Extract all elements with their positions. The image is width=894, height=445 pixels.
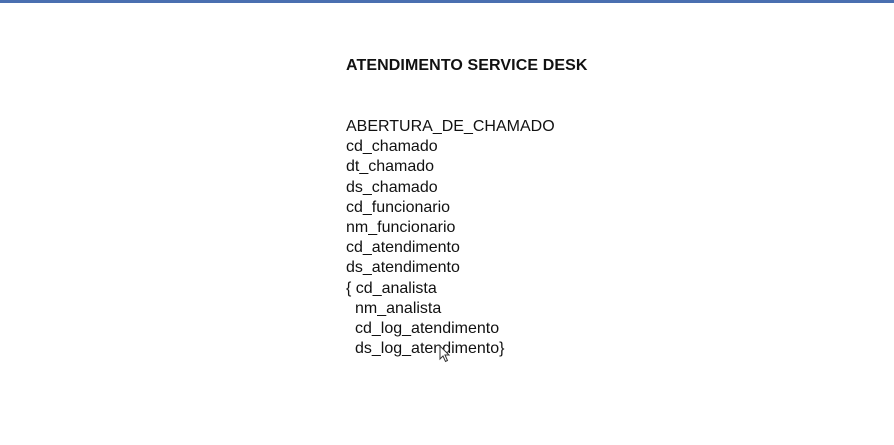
field-item: cd_chamado: [346, 138, 438, 156]
field-item: dt_chamado: [346, 158, 435, 176]
group-field-item: ds_log_atendimento}: [355, 340, 505, 358]
group-field-item: nm_analista: [355, 299, 442, 317]
field-list: ABERTURA_DE_CHAMADO cd_chamado dt_chamad…: [346, 117, 588, 359]
document-title: ATENDIMENTO SERVICE DESK: [346, 57, 588, 74]
field-item: cd_funcionario: [346, 198, 451, 216]
entity-name: ABERTURA_DE_CHAMADO: [346, 118, 555, 135]
group-field-item: cd_log_atendimento: [355, 320, 500, 338]
field-item: ds_atendimento: [346, 259, 460, 277]
field-item: ds_chamado: [346, 178, 438, 196]
document-page: ATENDIMENTO SERVICE DESK ABERTURA_DE_CHA…: [0, 0, 894, 445]
field-item: nm_funcionario: [346, 219, 456, 237]
field-item: cd_atendimento: [346, 239, 460, 257]
document-content: ATENDIMENTO SERVICE DESK ABERTURA_DE_CHA…: [346, 56, 588, 359]
mouse-pointer-icon: [439, 345, 451, 363]
repeating-group-start: { cd_analista: [346, 279, 437, 297]
window-top-border: [0, 0, 894, 3]
